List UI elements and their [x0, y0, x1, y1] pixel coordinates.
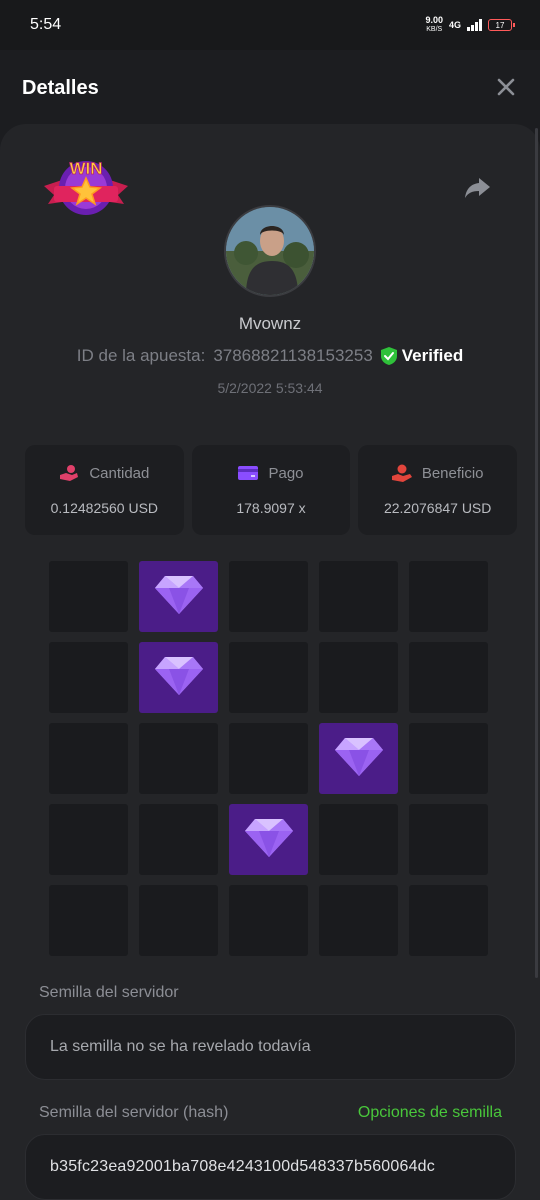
board-cell — [319, 642, 398, 713]
battery-icon: 17 — [488, 19, 515, 31]
username: Mvownz — [238, 314, 302, 333]
board-cell — [409, 642, 488, 713]
win-badge-text: WIN — [69, 159, 102, 178]
board-cell — [229, 885, 308, 956]
board-cell — [409, 723, 488, 794]
stat-profit-label: Beneficio — [421, 464, 484, 482]
scrollbar[interactable] — [535, 128, 538, 978]
mines-board — [49, 561, 489, 957]
board-cell — [409, 885, 488, 956]
network-type: 4G — [448, 20, 461, 30]
close-icon — [497, 78, 515, 96]
details-header: Detalles — [0, 50, 540, 126]
status-indicators: 9.00 KB/S 4G 17 — [425, 16, 515, 34]
net-speed-value: 9.00 — [425, 15, 443, 25]
avatar-photo — [226, 207, 314, 295]
seed-options-link[interactable]: Opciones de semilla — [358, 1104, 502, 1122]
board-cell-gem — [319, 723, 398, 794]
stat-payout: Pago 178.9097 x — [191, 445, 351, 535]
share-icon — [465, 178, 490, 198]
close-button[interactable] — [494, 76, 518, 100]
board-cell — [139, 723, 218, 794]
stat-payout-value: 178.9097 x — [236, 499, 306, 516]
stat-amount-label: Cantidad — [89, 464, 150, 482]
board-cell — [49, 561, 128, 632]
board-cell — [139, 804, 218, 875]
board-cell — [229, 642, 308, 713]
board-cell — [49, 723, 128, 794]
board-cell — [229, 561, 308, 632]
board-cell-gem — [229, 804, 308, 875]
stat-profit: Beneficio 22.2076847 USD — [358, 445, 518, 535]
board-cell — [139, 885, 218, 956]
board-cell — [319, 885, 398, 956]
net-speed: 9.00 KB/S — [425, 16, 443, 34]
diamond-icon — [153, 653, 205, 702]
net-speed-unit: KB/S — [426, 26, 443, 33]
board-cell — [409, 804, 488, 875]
board-cell — [49, 642, 128, 713]
board-cell — [319, 804, 398, 875]
server-seed-hash-field[interactable]: b35fc23ea92001ba708e4243100d548337b56006… — [25, 1134, 516, 1200]
avatar — [224, 205, 316, 297]
share-button[interactable] — [462, 172, 492, 202]
page-title: Detalles — [22, 76, 99, 99]
status-bar: 5:54 9.00 KB/S 4G 17 — [0, 0, 540, 50]
verified-badge: Verified — [380, 346, 464, 366]
verified-label: Verified — [401, 346, 464, 365]
signal-icon — [467, 19, 482, 31]
diamond-icon — [153, 572, 205, 621]
bet-id-label: ID de la apuesta: — [76, 346, 206, 365]
board-cell-gem — [139, 561, 218, 632]
coins-hand-icon — [60, 465, 79, 481]
board-cell — [229, 723, 308, 794]
battery-level: 17 — [495, 20, 505, 30]
bet-date: 5/2/2022 5:53:44 — [217, 380, 323, 396]
stat-amount-value: 0.12482560 USD — [50, 500, 159, 516]
diamond-icon — [333, 734, 385, 783]
board-cell — [49, 885, 128, 956]
win-badge-icon: WIN — [44, 159, 128, 215]
stat-profit-value: 22.2076847 USD — [383, 500, 492, 516]
stat-amount: Cantidad 0.12482560 USD — [25, 445, 184, 535]
board-cell-gem — [139, 642, 218, 713]
profit-hand-icon — [391, 464, 412, 482]
server-seed-hash-label: Semilla del servidor (hash) — [39, 1104, 229, 1121]
bet-id-value: 37868821138153253 — [213, 346, 373, 365]
stats-row: Cantidad 0.12482560 USD Pago 178.9097 x … — [25, 445, 518, 535]
board-cell — [49, 804, 128, 875]
board-cell — [409, 561, 488, 632]
card-icon — [238, 466, 259, 480]
server-seed-label: Semilla del servidor — [39, 984, 179, 1001]
bet-id-row: ID de la apuesta: 37868821138153253 Veri… — [0, 346, 540, 366]
status-time: 5:54 — [30, 16, 62, 33]
shield-check-icon — [380, 347, 397, 365]
diamond-icon — [243, 815, 295, 864]
board-cell — [319, 561, 398, 632]
server-seed-field[interactable]: La semilla no se ha revelado todavía — [25, 1014, 516, 1080]
stat-payout-label: Pago — [268, 464, 304, 482]
